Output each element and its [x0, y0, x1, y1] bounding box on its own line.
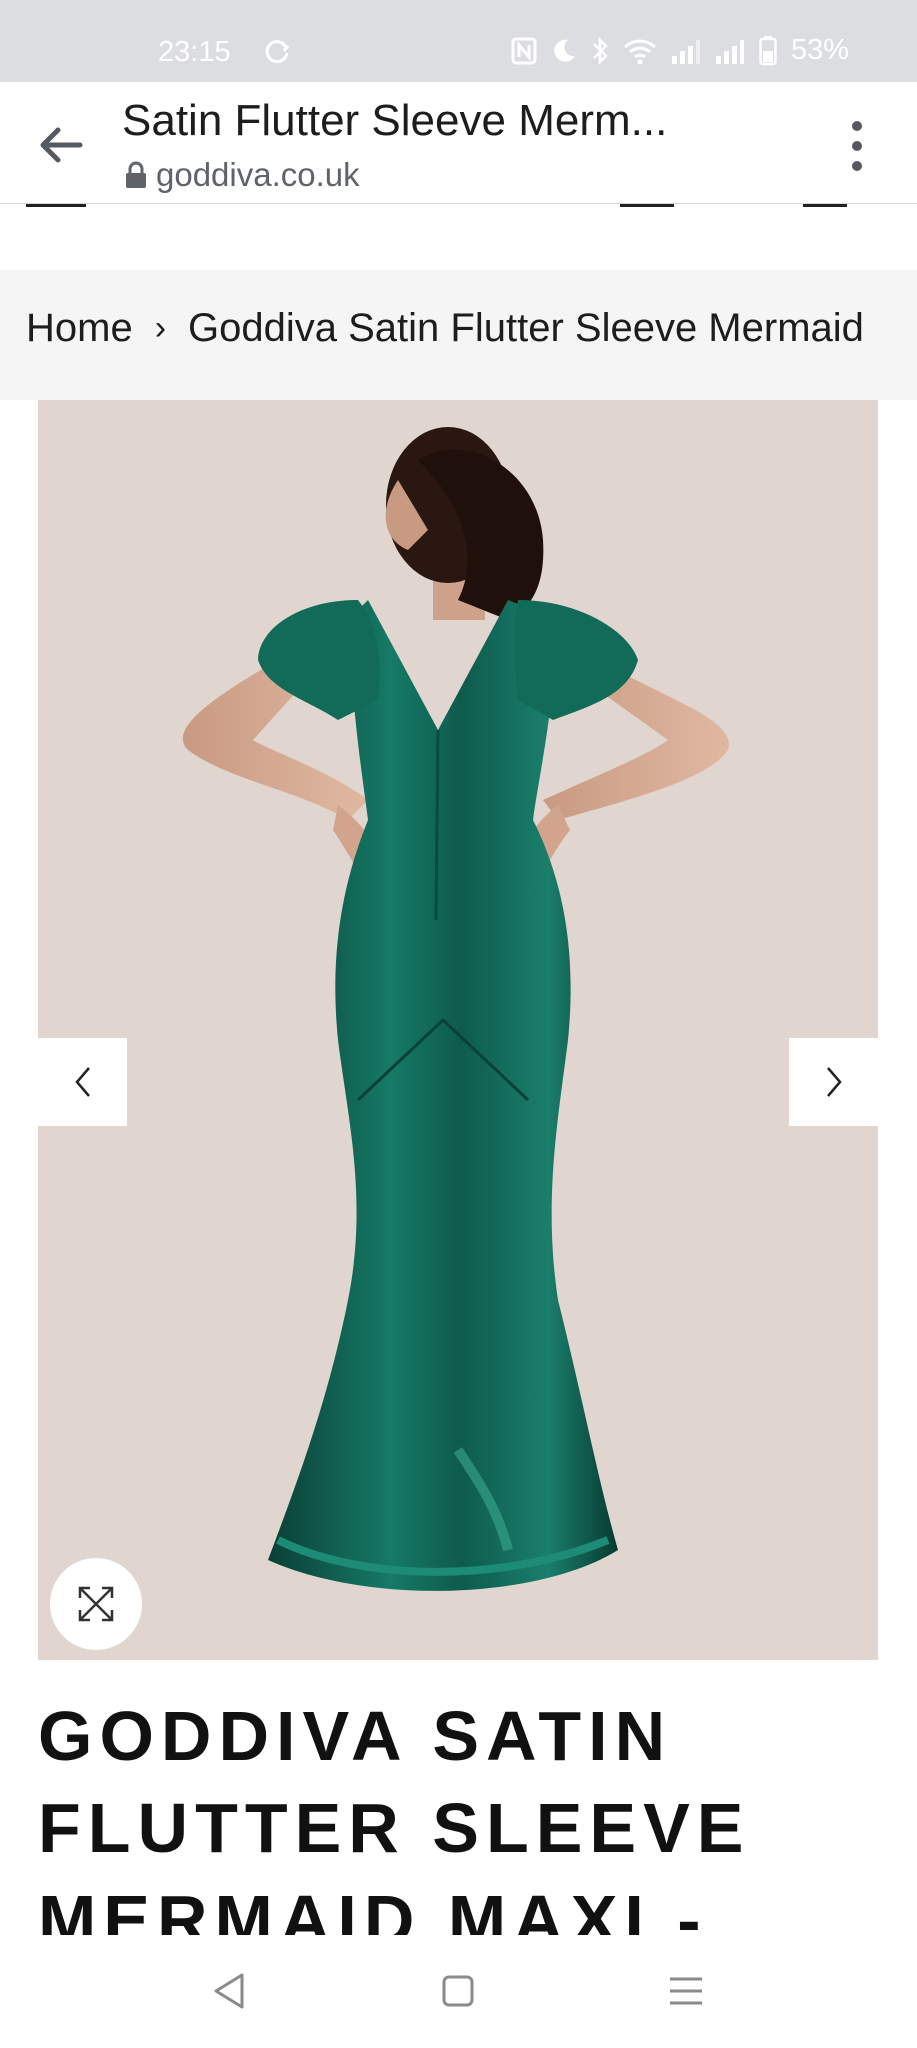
more-vert-icon[interactable] [837, 116, 877, 176]
gallery-next-button[interactable] [789, 1038, 878, 1126]
moon-icon [554, 39, 575, 62]
product-photo [182, 427, 729, 1591]
signal-icon-2 [715, 39, 744, 64]
back-arrow-icon[interactable] [36, 120, 86, 170]
site-header-peek [0, 204, 917, 270]
status-icons: 53% [511, 34, 849, 67]
page-title: Satin Flutter Sleeve Merm... [122, 96, 668, 145]
signal-icon [671, 39, 700, 64]
system-nav-bar [0, 1935, 917, 2048]
wifi-icon [623, 39, 656, 64]
battery-icon [759, 35, 777, 65]
bag-icon[interactable] [803, 204, 847, 207]
breadcrumb-home[interactable]: Home [26, 306, 133, 351]
browser-toolbar: Satin Flutter Sleeve Merm... goddiva.co.… [0, 82, 917, 204]
expand-icon [78, 1586, 114, 1622]
product-image[interactable] [38, 400, 878, 1660]
nfc-icon [511, 37, 537, 64]
status-time: 23:15 [158, 36, 231, 68]
product-title: GODDIVA SATIN FLUTTER SLEEVE MERMAID MAX… [38, 1697, 751, 1935]
lock-icon [126, 161, 146, 188]
battery-percent: 53% [790, 34, 849, 66]
status-bar: 23:15 53% [0, 0, 917, 82]
nav-back-icon[interactable] [208, 1969, 252, 2013]
url-bar[interactable]: goddiva.co.uk [124, 156, 360, 194]
screen: 23:15 53% Satin Flutter Sleeve Merm... g… [0, 0, 917, 2048]
bluetooth-icon [593, 36, 608, 65]
nav-home-icon[interactable] [436, 1969, 480, 2013]
expand-image-button[interactable] [50, 1558, 142, 1650]
chevron-left-icon [74, 1067, 90, 1097]
gallery-prev-button[interactable] [38, 1038, 127, 1126]
breadcrumb-separator: › [154, 309, 167, 347]
sync-icon [265, 40, 290, 63]
hamburger-icon[interactable] [26, 204, 86, 207]
breadcrumb: Home › Goddiva Satin Flutter Sleeve Merm… [0, 270, 917, 400]
chevron-right-icon [826, 1067, 842, 1097]
nav-recents-icon[interactable] [664, 1969, 708, 2013]
breadcrumb-current: Goddiva Satin Flutter Sleeve Mermaid [188, 306, 864, 350]
url-text: goddiva.co.uk [156, 156, 360, 193]
account-icon[interactable] [620, 204, 674, 207]
